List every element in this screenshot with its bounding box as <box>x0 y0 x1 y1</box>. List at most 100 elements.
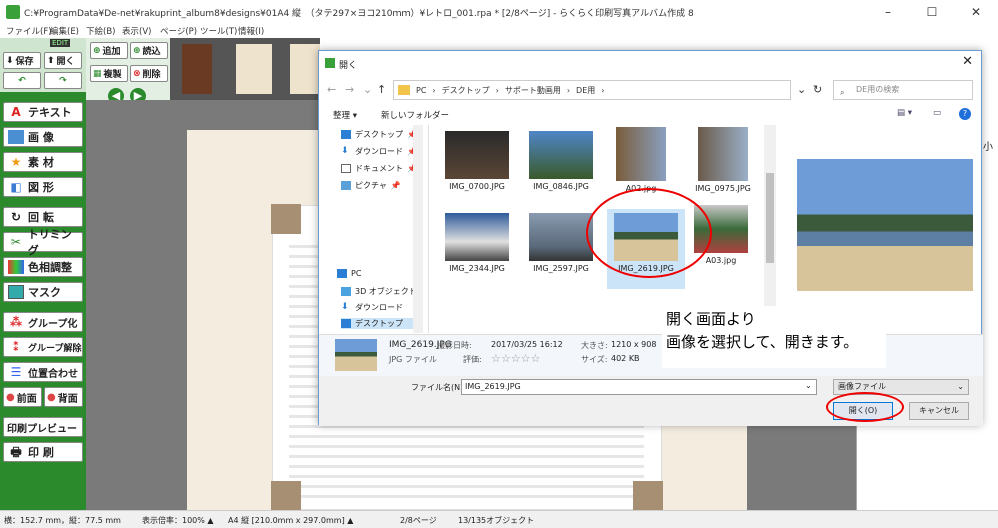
page-thumbnails <box>170 38 320 100</box>
menu-tools[interactable]: ツール(T) <box>200 25 237 37</box>
nav-scrollbar[interactable] <box>413 125 423 333</box>
cube-icon <box>341 287 351 296</box>
close-button[interactable]: ✕ <box>954 2 998 22</box>
file-list-scrollbar[interactable] <box>764 125 776 333</box>
tool-shape[interactable]: ◧ 図 形 <box>3 177 83 197</box>
file-item[interactable]: IMG_0975.JPG <box>687 127 759 193</box>
plus-icon: ⊕ <box>93 45 101 56</box>
details-dimensions: 1210 x 908 <box>611 340 657 349</box>
nav-pictures[interactable]: ピクチャ 📌 <box>341 180 401 191</box>
file-thumbnail <box>698 127 748 181</box>
page-thumbnail[interactable] <box>236 44 272 94</box>
undo-icon: ↶ <box>18 75 26 86</box>
file-item[interactable]: IMG_0700.JPG <box>441 131 513 191</box>
tool-align[interactable]: ☰ 位置合わせ <box>3 362 83 382</box>
status-objects: 13/135オブジェクト <box>458 516 535 525</box>
status-paper[interactable]: A4 縦 [210.0mm x 297.0mm] ▲ <box>228 515 353 526</box>
tool-ungroup[interactable]: ⁑ グループ解除 <box>3 337 83 357</box>
menu-background[interactable]: 下絵(B) <box>86 25 115 37</box>
tool-trimming[interactable]: ✂ トリミング <box>3 228 83 257</box>
menu-page[interactable]: ページ(P) <box>160 25 197 37</box>
file-item[interactable]: IMG_2344.JPG <box>441 213 513 273</box>
back-arrow-icon[interactable]: ← <box>327 83 336 96</box>
history-chevron-icon[interactable]: ⌄ <box>363 83 372 96</box>
tool-image[interactable]: 画 像 <box>3 127 83 147</box>
search-icon: ⌕ <box>840 88 845 97</box>
menu-file[interactable]: ファイル(F) <box>6 25 52 37</box>
details-rating-label: 評価: <box>463 355 482 364</box>
dialog-close-icon[interactable]: ✕ <box>962 54 973 69</box>
desktop-icon <box>341 130 351 139</box>
redo-button[interactable]: ↷ <box>44 72 82 89</box>
breadcrumb-item[interactable]: DE用 <box>576 85 595 96</box>
save-button[interactable]: ⬇ 保存 <box>3 52 41 69</box>
details-size-label: 大きさ: <box>581 341 608 350</box>
bring-front-button[interactable]: ● 前面 <box>3 387 42 407</box>
breadcrumb-item[interactable]: デスクトップ <box>442 85 490 96</box>
page-thumbnail[interactable] <box>182 44 212 94</box>
details-filetype: JPG ファイル <box>389 355 437 364</box>
menu-info[interactable]: 情報(I) <box>238 25 264 37</box>
open-icon: ⬆ <box>47 55 55 66</box>
cancel-button[interactable]: キャンセル <box>909 402 969 420</box>
pictures-icon <box>341 181 351 190</box>
page-thumbnail[interactable] <box>290 44 320 94</box>
read-page-button[interactable]: ⊕ 読込 <box>130 42 168 59</box>
view-options-icon[interactable]: ▤ ▾ <box>897 108 912 118</box>
ungroup-icon: ⁑ <box>12 340 20 354</box>
search-input[interactable]: ⌕ DE用の検索 <box>833 80 973 100</box>
tool-group[interactable]: ⁂ グループ化 <box>3 312 83 332</box>
file-item[interactable]: A02.jpg <box>605 127 677 193</box>
instruction-annotation: 開く画面より 画像を選択して、開きます。 <box>662 306 886 368</box>
menu-view[interactable]: 表示(V) <box>122 25 151 37</box>
window-title: C:¥ProgramData¥De-net¥rakuprint_album8¥d… <box>24 9 694 19</box>
file-thumbnail <box>445 131 509 179</box>
nav-documents[interactable]: ドキュメント 📌 <box>341 163 417 174</box>
front-icon: ● <box>6 391 15 403</box>
open-button[interactable]: ⬆ 開く <box>44 52 82 69</box>
tool-hue[interactable]: 色相調整 <box>3 257 83 277</box>
maximize-button[interactable]: ☐ <box>910 2 954 22</box>
scissors-icon: ✂ <box>10 235 21 249</box>
status-zoom[interactable]: 表示倍率：100% ▲ <box>142 515 214 526</box>
tool-mask[interactable]: マスク <box>3 282 83 302</box>
up-arrow-icon[interactable]: ↑ <box>377 83 386 96</box>
copy-page-button[interactable]: ▦ 複製 <box>90 65 128 82</box>
file-item[interactable]: IMG_2597.JPG <box>525 213 597 273</box>
organize-button[interactable]: 整理 ▾ <box>333 109 357 121</box>
print-preview-button[interactable]: 印刷プレビュー <box>3 417 83 437</box>
print-button[interactable]: 🖶 印 刷 <box>3 442 83 462</box>
filename-input[interactable]: IMG_2619.JPG <box>461 379 817 395</box>
refresh-icon[interactable]: ↻ <box>813 83 822 96</box>
file-item[interactable]: IMG_0846.JPG <box>525 131 597 191</box>
menu-edit[interactable]: 編集(E) <box>50 25 79 37</box>
send-back-button[interactable]: ● 背面 <box>44 387 83 407</box>
tool-text[interactable]: A テキスト <box>3 102 83 122</box>
filename-dropdown-icon[interactable]: ⌄ <box>805 381 812 390</box>
new-folder-button[interactable]: 新しいフォルダー <box>381 109 449 121</box>
add-page-button[interactable]: ⊕ 追加 <box>90 42 128 59</box>
rating-stars[interactable]: ☆☆☆☆☆ <box>491 352 540 365</box>
path-dropdown-icon[interactable]: ⌄ <box>797 83 806 96</box>
file-thumbnail <box>529 213 593 261</box>
help-icon[interactable]: ? <box>959 108 971 120</box>
breadcrumb-item[interactable]: PC <box>416 86 426 95</box>
nav-downloads[interactable]: ⬇ ダウンロード 📌 <box>341 146 417 157</box>
tool-material[interactable]: ★ 素 材 <box>3 152 83 172</box>
scroll-thumb[interactable] <box>766 173 774 263</box>
nav-desktop[interactable]: デスクトップ 📌 <box>341 129 417 140</box>
minimize-button[interactable]: – <box>866 2 910 22</box>
tool-rotate[interactable]: ↻ 回 転 <box>3 207 83 227</box>
nav-desktop-pc[interactable]: デスクトップ <box>341 318 419 329</box>
nav-pc[interactable]: PC <box>337 269 361 278</box>
forward-arrow-icon[interactable]: → <box>345 83 354 96</box>
right-panel-text: 小 <box>983 142 993 153</box>
delete-page-button[interactable]: ⊗ 削除 <box>130 65 168 82</box>
nav-downloads-pc[interactable]: ⬇ ダウンロード <box>341 302 403 313</box>
nav-3d-objects[interactable]: 3D オブジェクト <box>341 286 417 297</box>
chevron-down-icon: ⌄ <box>957 382 964 391</box>
preview-pane-icon[interactable]: ▭ <box>933 108 941 118</box>
breadcrumb-item[interactable]: サポート動画用 <box>505 85 561 96</box>
undo-button[interactable]: ↶ <box>3 72 41 89</box>
breadcrumb[interactable]: PC › デスクトップ › サポート動画用 › DE用 › <box>393 80 791 100</box>
